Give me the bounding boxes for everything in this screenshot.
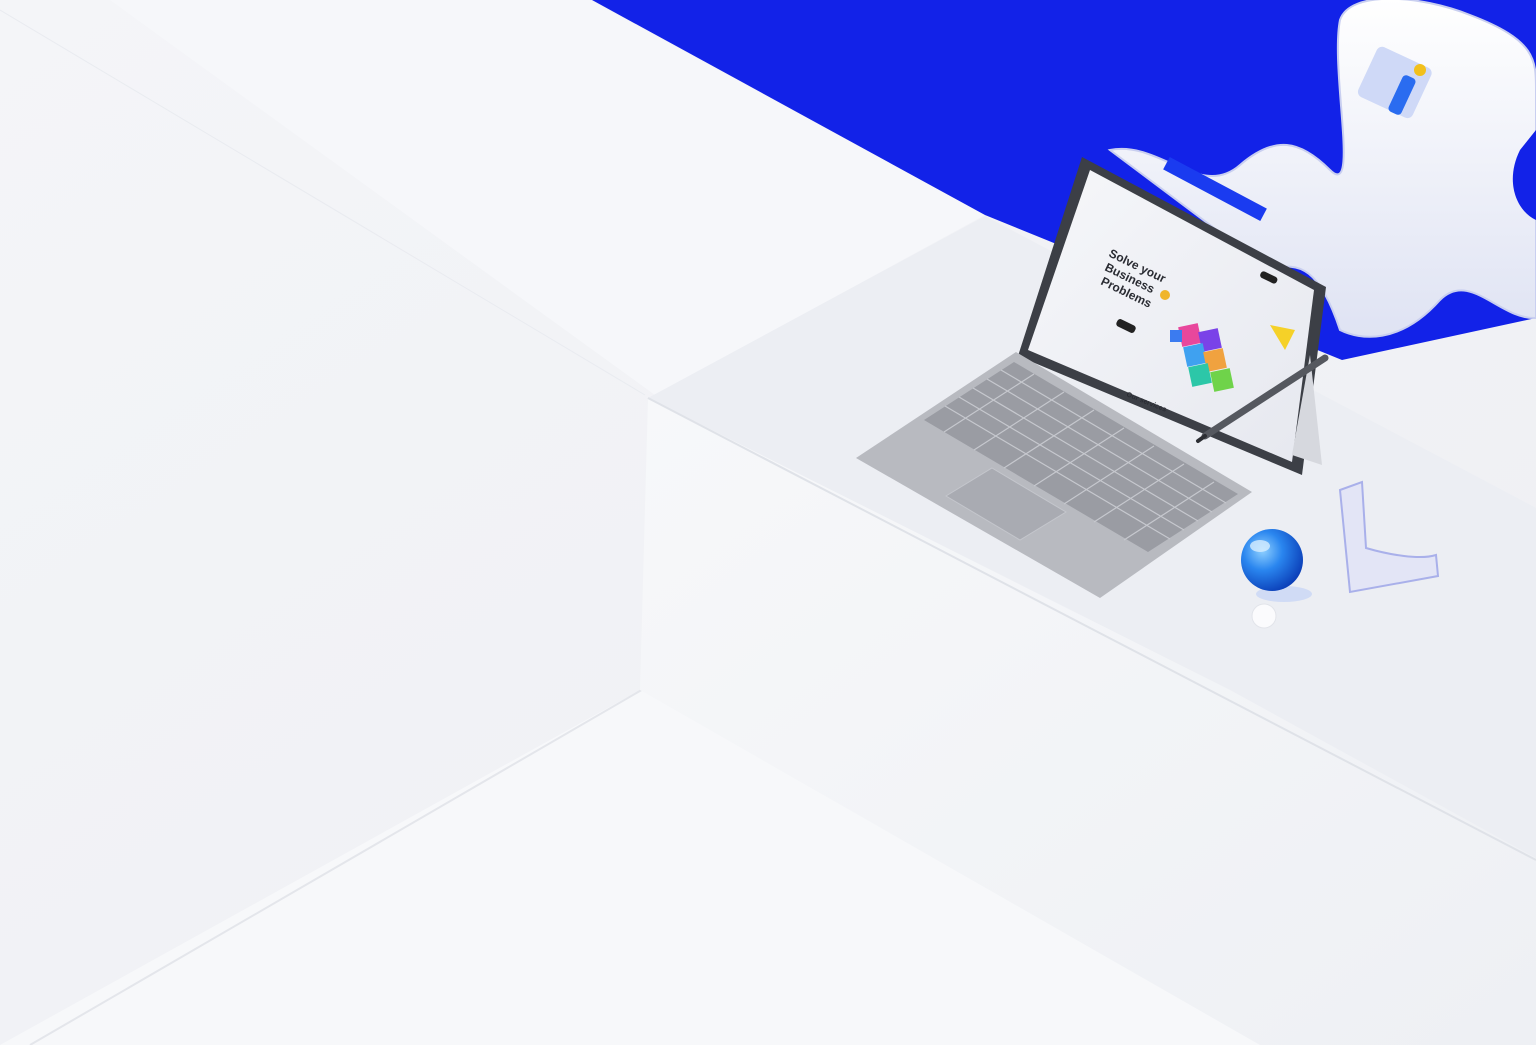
ribbon-dot bbox=[1414, 64, 1426, 76]
small-white-ball bbox=[1251, 603, 1277, 629]
glass-ball bbox=[1241, 529, 1303, 591]
product-scene: Solve your Business Problems Our service… bbox=[0, 0, 1536, 1045]
glass-ball-highlight bbox=[1250, 540, 1270, 552]
